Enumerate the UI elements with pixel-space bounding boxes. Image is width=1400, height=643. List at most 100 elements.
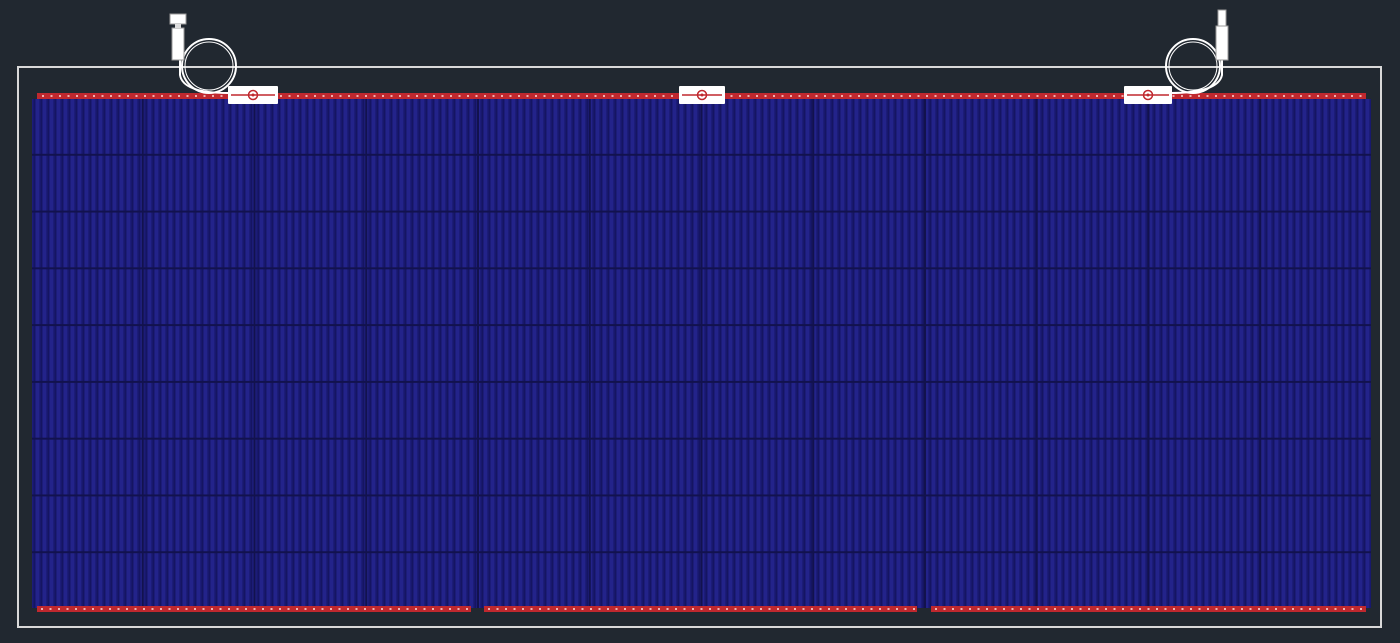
bus-bar-tab	[1088, 608, 1090, 610]
solar-cell	[1037, 99, 1148, 154]
bus-bar-tab	[297, 95, 299, 97]
solar-cell	[926, 326, 1036, 381]
bus-bar-tab	[1249, 95, 1251, 97]
bus-bar-tab	[1164, 608, 1167, 610]
bus-bar-tab	[280, 95, 282, 97]
bus-bar-tab	[117, 608, 120, 610]
bus-bar-tab	[794, 608, 796, 610]
bus-bar-tab	[365, 95, 367, 97]
bus-bar-tab	[632, 608, 635, 610]
solar-cell	[143, 155, 254, 211]
bus-bar-tab	[1308, 95, 1311, 97]
bus-bar-tab	[730, 95, 733, 97]
bus-bar-tab	[245, 608, 247, 610]
solar-cell	[1037, 155, 1148, 211]
solar-cell	[702, 496, 813, 552]
bus-bar-tab	[917, 95, 920, 97]
bus-bar-tab	[143, 608, 145, 610]
bus-bar-tab	[952, 608, 954, 610]
bus-bar-tab	[781, 95, 784, 97]
bus-bar-tab	[423, 608, 426, 610]
bus-bar-tab	[262, 608, 264, 610]
solar-cell	[1149, 496, 1260, 552]
solar-cell	[255, 496, 366, 552]
solar-cell	[367, 269, 477, 325]
bus-bar-tab	[1189, 95, 1192, 97]
bus-bar-tab	[1113, 95, 1115, 97]
solar-cell	[255, 155, 366, 211]
bus-bar-tab	[1019, 95, 1022, 97]
bus-bar-tab	[390, 95, 393, 97]
bus-bar-tab	[50, 95, 53, 97]
bus-bar-tab	[913, 608, 915, 610]
bus-bar-tab	[739, 95, 741, 97]
solar-cell	[32, 269, 142, 325]
bus-bar-tab	[547, 608, 550, 610]
cable-right	[1165, 9, 1229, 94]
bus-bar-tab	[424, 95, 427, 97]
solar-cell	[814, 269, 924, 325]
solar-cell	[702, 269, 813, 325]
solar-cell	[32, 382, 142, 438]
solar-cell	[814, 212, 924, 268]
bus-bar-tab	[658, 608, 660, 610]
bus-bar-tab	[556, 608, 558, 610]
solar-cell	[814, 99, 924, 154]
solar-cell	[590, 326, 701, 381]
bus-bar-tab	[760, 608, 762, 610]
bus-bar-tab	[1062, 95, 1064, 97]
bus-bar-tab	[785, 608, 788, 610]
bus-bar-tab	[1283, 608, 1286, 610]
bus-bar-tab	[1240, 95, 1243, 97]
bus-bar-tab	[440, 608, 443, 610]
solar-cell	[814, 439, 924, 495]
bus-bar-tab	[288, 95, 291, 97]
solar-cell	[143, 212, 254, 268]
solar-cell	[1149, 155, 1260, 211]
bus-bar-tab	[389, 608, 392, 610]
bus-bar-tab	[1147, 608, 1150, 610]
bus-bar-tab	[1062, 608, 1065, 610]
bus-bar-tab	[875, 95, 877, 97]
bus-bar-tab	[879, 608, 881, 610]
bus-bar-tab	[577, 95, 580, 97]
bus-bar-tab	[211, 608, 213, 610]
bus-bar-tab	[59, 95, 61, 97]
bus-bar-tab	[1334, 95, 1336, 97]
solar-cell	[32, 553, 142, 608]
bus-bar-tab	[67, 95, 70, 97]
solar-cell	[367, 212, 477, 268]
solar-cell	[1037, 439, 1148, 495]
bus-bar-tab	[539, 608, 541, 610]
solar-cell	[590, 553, 701, 608]
bus-bar-tab	[321, 608, 324, 610]
bus-bar-tab	[1198, 95, 1200, 97]
bus-bar-tab	[135, 95, 138, 97]
bus-bar-tab	[1300, 95, 1302, 97]
bus-bar-tab	[513, 608, 516, 610]
bus-bar-tab	[845, 608, 847, 610]
bus-bar-tab	[58, 608, 60, 610]
bus-bar-tab	[526, 95, 529, 97]
bus-bar-tab	[1139, 608, 1141, 610]
solar-cell	[590, 496, 701, 552]
bus-bar-tab	[832, 95, 835, 97]
bus-bar-tab	[1215, 95, 1217, 97]
solar-cell	[1037, 212, 1148, 268]
bus-bar-tab	[76, 95, 78, 97]
solar-cell	[143, 496, 254, 552]
bus-bar-tab	[858, 95, 860, 97]
solar-cell	[1037, 496, 1148, 552]
bus-bar-tab	[943, 608, 946, 610]
bus-bar-tab	[496, 608, 499, 610]
solar-cell	[814, 553, 924, 608]
bus-bar-tab	[1036, 95, 1039, 97]
bus-bar-tab	[1317, 608, 1320, 610]
solar-cell	[1149, 269, 1260, 325]
bus-bar-tab	[637, 95, 639, 97]
connector-right-tip	[1217, 9, 1227, 27]
bus-bar-tab	[1342, 95, 1345, 97]
bus-bar-tab	[1300, 608, 1303, 610]
bus-bar-tab	[1232, 608, 1235, 610]
bus-bar-tab	[331, 95, 333, 97]
